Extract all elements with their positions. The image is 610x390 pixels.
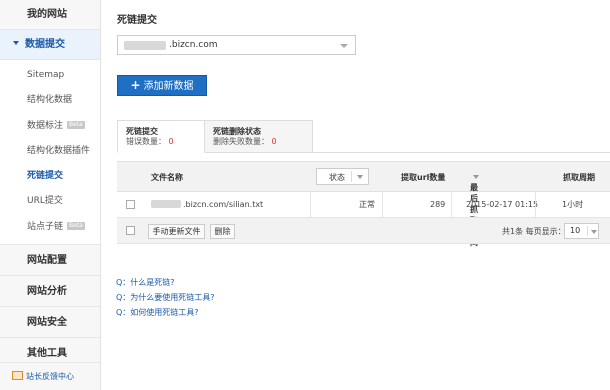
row-file-cell[interactable]: .bizcn.com/silian.txt — [151, 192, 263, 218]
plus-icon: + — [130, 78, 141, 92]
row-file-name: .bizcn.com/silian.txt — [183, 200, 264, 209]
row-status: 正常 — [359, 200, 375, 209]
sidebar-group-data-submit[interactable]: 数据提交 — [0, 30, 100, 60]
page-size-select[interactable]: 10 — [564, 223, 599, 239]
sidebar-group-site-security[interactable]: 网站安全 — [0, 307, 100, 339]
row-last-crawl-time: 2015-02-17 01:15 — [466, 200, 539, 209]
site-selector[interactable]: .bizcn.com — [117, 35, 356, 55]
faq-link-why-use-tool[interactable]: Q：为什么要使用死链工具? — [116, 292, 215, 303]
sidebar-group-site-config[interactable]: 网站配置 — [0, 245, 100, 277]
sidebar-item-label: URL提交 — [27, 196, 63, 207]
tab-subtitle: 错误数量： 0 — [126, 137, 196, 147]
sidebar-group-site-analysis[interactable]: 网站分析 — [0, 276, 100, 308]
tab-deadlink-submit[interactable]: 死链提交 错误数量： 0 — [117, 120, 205, 153]
main-content: 死链提交 .bizcn.com + 添加新数据 死链提交 错误数量： 0 死链删除… — [101, 0, 610, 390]
sidebar-item-sitemap[interactable]: Sitemap — [0, 63, 100, 88]
redacted-domain — [124, 41, 166, 50]
row-crawl-cycle: 1小时 — [562, 200, 584, 209]
col-file-name: 文件名称 — [151, 173, 183, 182]
sidebar-item-deadlink-submit[interactable]: 死链提交 — [0, 164, 100, 189]
sidebar-item-structured-plugin[interactable]: 结构化数据插件 — [0, 139, 100, 164]
sidebar-item-label: Sitemap — [27, 70, 65, 80]
caret-down-icon — [13, 41, 19, 45]
error-count: 0 — [168, 137, 174, 146]
sidebar-item-label: 结构化数据 — [27, 95, 73, 106]
manual-update-button[interactable]: 手动更新文件 — [148, 224, 205, 239]
tab-sub-label: 错误数量： — [126, 137, 166, 146]
sidebar-item-structured-data[interactable]: 结构化数据 — [0, 88, 100, 113]
pagination-summary: 共1条 每页显示： — [502, 227, 566, 236]
column-divider — [535, 192, 536, 218]
tab-subtitle: 删除失败数量： 0 — [213, 137, 304, 147]
feedback-label: 站长反馈中心 — [26, 372, 74, 381]
sidebar-item-sitelinks[interactable]: 站点子链 Beta — [0, 215, 100, 240]
tab-sub-label: 删除失败数量： — [213, 137, 269, 146]
beta-badge: Beta — [67, 222, 85, 231]
dropdown-divider — [351, 171, 352, 182]
add-new-data-button[interactable]: + 添加新数据 — [117, 75, 207, 96]
feedback-center-link[interactable]: 站长反馈中心 — [0, 362, 100, 390]
tab-title: 死链删除状态 — [213, 127, 261, 136]
sort-desc-icon — [473, 174, 479, 179]
sidebar: 我的网站 数据提交 Sitemap 结构化数据 数据标注 Beta 结构化数据插件… — [0, 0, 101, 390]
add-new-data-label: 添加新数据 — [143, 81, 194, 92]
dropdown-divider — [587, 226, 588, 236]
table-row: .bizcn.com/silian.txt 正常 289 2015-02-17 … — [117, 192, 610, 218]
tab-bar: 死链提交 错误数量： 0 死链删除状态 删除失败数量： 0 — [117, 120, 610, 153]
status-filter-dropdown[interactable]: 状态 — [316, 168, 369, 185]
sidebar-item-my-sites[interactable]: 我的网站 — [0, 0, 100, 30]
feedback-icon — [12, 371, 23, 380]
page-title: 死链提交 — [117, 15, 157, 26]
redacted-domain — [151, 199, 181, 208]
page-size-value: 10 — [570, 226, 581, 235]
sidebar-submenu: Sitemap 结构化数据 数据标注 Beta 结构化数据插件 死链提交 URL提… — [0, 60, 100, 246]
status-filter-label: 状态 — [329, 173, 345, 182]
delete-button[interactable]: 删除 — [210, 224, 235, 239]
tab-deadlink-delete-status[interactable]: 死链删除状态 删除失败数量： 0 — [205, 120, 313, 153]
sidebar-item-label: 站点子链 — [27, 221, 64, 232]
chevron-down-icon — [340, 44, 348, 48]
col-last-crawl-time[interactable]: 最后抓取时间 — [470, 172, 479, 247]
tab-title: 死链提交 — [126, 127, 158, 136]
site-selector-value: .bizcn.com — [169, 40, 218, 50]
deadlink-table: 文件名称 状态 提取url数量 最后抓取时间 抓取周期 .bizcn.com/s… — [117, 161, 610, 247]
column-divider — [310, 192, 311, 218]
sidebar-item-label: 结构化数据插件 — [27, 145, 91, 156]
sidebar-item-label: 死链提交 — [27, 171, 64, 182]
beta-badge: Beta — [67, 121, 85, 130]
sidebar-item-label: 数据标注 — [27, 120, 64, 131]
sidebar-group-label: 数据提交 — [25, 39, 65, 50]
row-url-count: 289 — [430, 200, 446, 209]
table-header: 文件名称 状态 提取url数量 最后抓取时间 抓取周期 — [117, 161, 610, 247]
chevron-down-icon — [357, 175, 363, 179]
delete-fail-count: 0 — [271, 137, 277, 146]
sidebar-item-url-submit[interactable]: URL提交 — [0, 189, 100, 214]
row-checkbox[interactable] — [126, 200, 135, 209]
col-crawl-cycle: 抓取周期 — [563, 173, 595, 182]
sidebar-item-data-annotation[interactable]: 数据标注 Beta — [0, 114, 100, 139]
faq-link-how-to-use[interactable]: Q：如何使用死链工具? — [116, 307, 199, 318]
column-divider — [382, 192, 383, 218]
select-all-checkbox[interactable] — [126, 226, 135, 235]
chevron-down-icon — [591, 230, 597, 234]
faq-link-what-is-deadlink[interactable]: Q：什么是死链? — [116, 277, 175, 288]
table-footer: 手动更新文件 删除 共1条 每页显示： 10 — [117, 218, 610, 244]
column-divider — [451, 192, 452, 218]
col-url-count: 提取url数量 — [401, 173, 446, 182]
